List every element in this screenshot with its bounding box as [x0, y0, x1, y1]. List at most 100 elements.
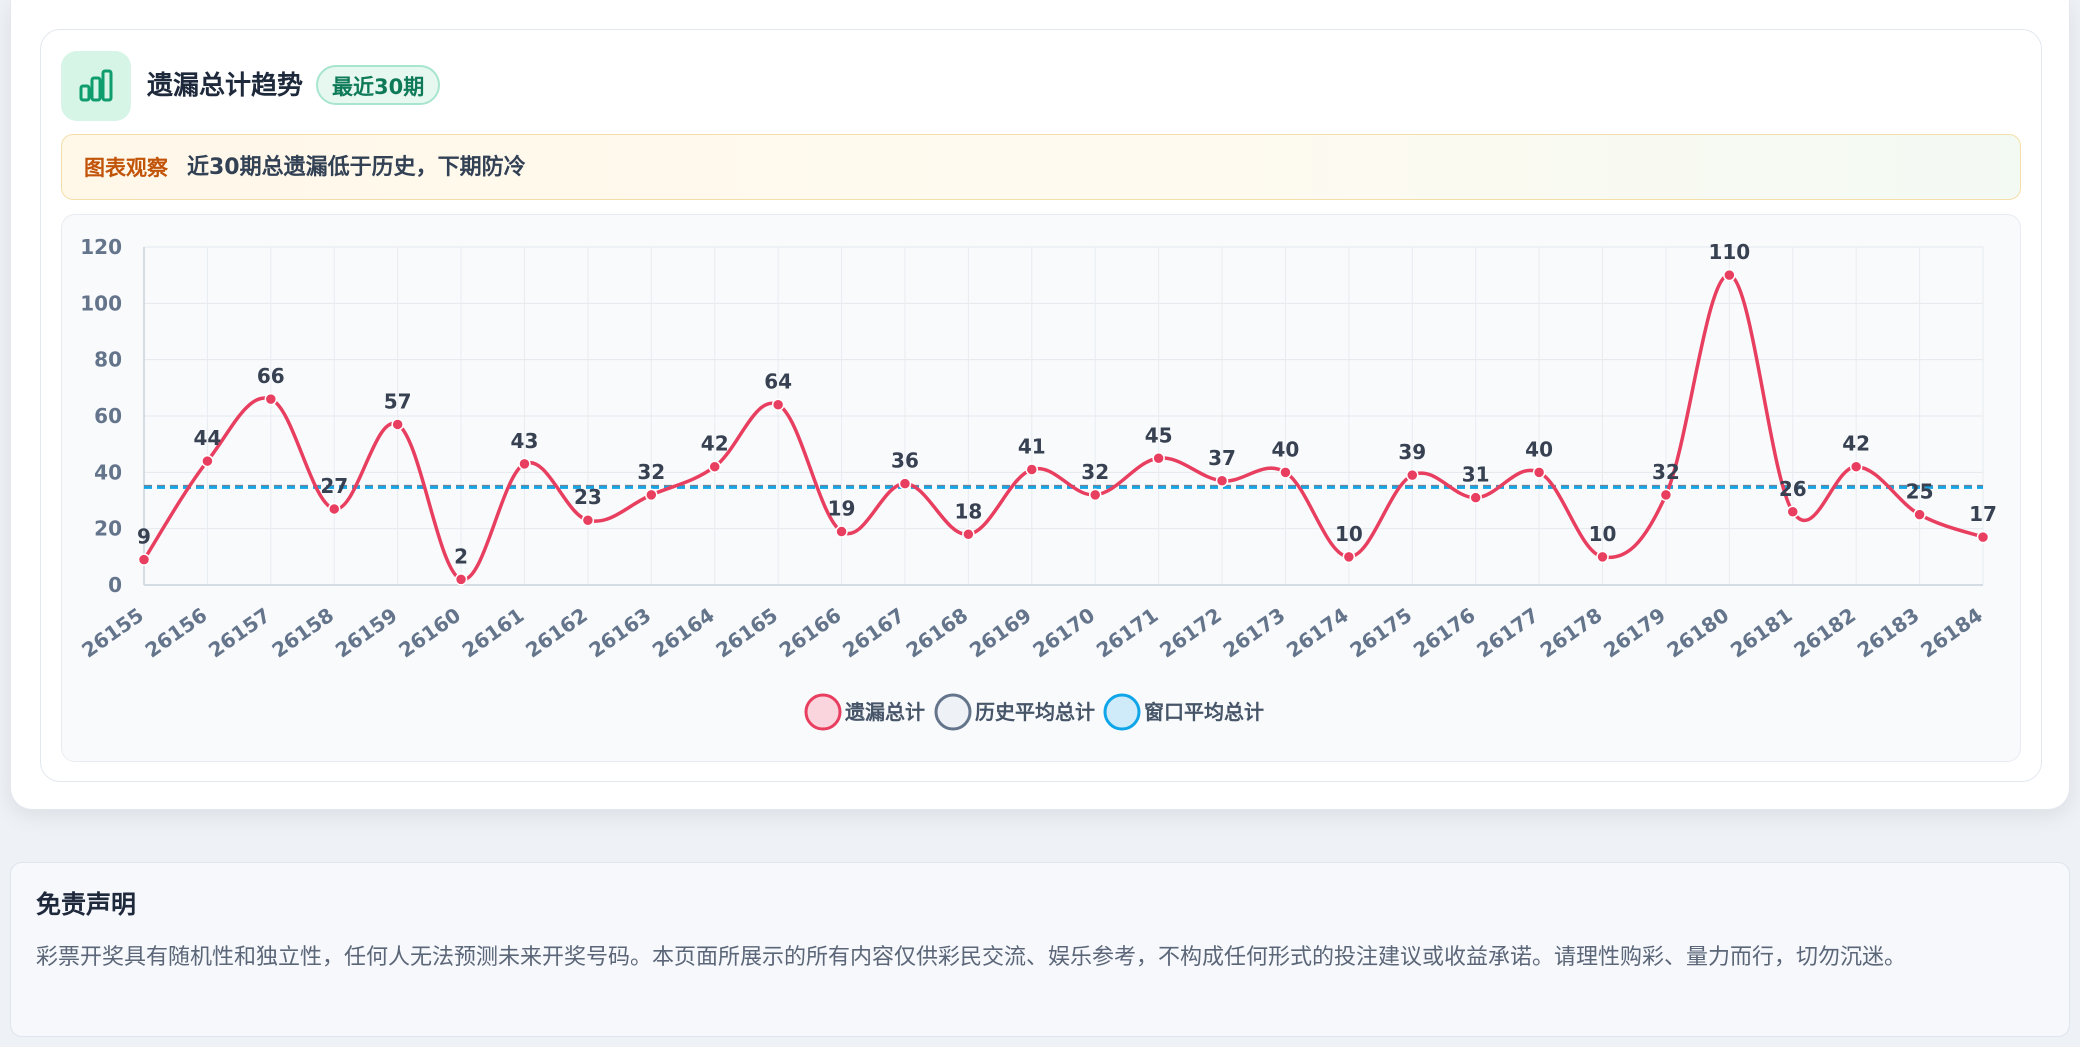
data-point	[1279, 466, 1292, 479]
data-point	[327, 502, 341, 516]
x-tick-label: 26165	[711, 603, 782, 663]
x-tick-label: 26182	[1789, 603, 1860, 663]
data-label: 36	[891, 449, 919, 473]
data-label: 32	[1652, 460, 1680, 484]
data-point	[518, 457, 531, 471]
x-tick-label: 26156	[141, 603, 212, 663]
data-point	[1088, 488, 1102, 502]
data-point	[708, 460, 721, 473]
x-tick-label: 26167	[838, 603, 909, 663]
y-tick-label: 20	[94, 517, 122, 541]
x-tick-label: 26164	[648, 603, 719, 663]
x-tick-label: 26176	[1409, 603, 1480, 663]
x-tick-label: 26158	[267, 603, 338, 663]
data-label: 39	[1398, 440, 1426, 464]
legend-marker	[804, 693, 842, 731]
card-title: 遗漏总计趋势	[147, 71, 304, 101]
x-tick-label: 26157	[204, 603, 275, 663]
data-point	[1152, 452, 1165, 465]
y-tick-label: 0	[108, 573, 122, 597]
total-missing-line	[142, 273, 1984, 582]
data-label: 64	[764, 370, 792, 394]
observation-text: 近30期总遗漏低于历史，下期防冷	[187, 155, 526, 180]
data-label: 10	[1335, 522, 1363, 546]
data-label: 32	[1081, 460, 1109, 484]
data-label: 110	[1708, 240, 1750, 264]
data-label: 9	[137, 525, 151, 549]
data-label: 57	[384, 389, 412, 413]
data-point	[137, 553, 151, 566]
data-point	[1406, 468, 1419, 482]
data-label: 18	[954, 499, 982, 523]
data-point	[771, 398, 785, 411]
legend-marker	[934, 693, 972, 731]
observation-label: 图表观察	[84, 156, 168, 180]
x-tick-label: 26161	[458, 603, 529, 663]
data-label: 10	[1589, 522, 1617, 546]
x-tick-label: 26180	[1663, 603, 1734, 663]
y-tick-label: 100	[80, 291, 122, 315]
data-label: 27	[320, 474, 348, 498]
data-label: 40	[1272, 437, 1300, 461]
bar-chart-icon	[61, 51, 131, 121]
data-point	[898, 477, 912, 490]
data-point	[1215, 474, 1229, 488]
data-point	[1976, 530, 1990, 544]
x-tick-label: 26184	[1916, 603, 1987, 663]
data-point	[835, 525, 848, 538]
x-tick-label: 26168	[902, 603, 973, 663]
data-label: 44	[193, 426, 221, 450]
x-tick-label: 26177	[1472, 603, 1543, 663]
data-label: 42	[1842, 432, 1870, 456]
x-tick-label: 26170	[1028, 603, 1099, 663]
period-badge: 最近30期	[316, 65, 441, 105]
data-point	[1786, 505, 1800, 519]
data-label: 42	[701, 432, 729, 456]
chart-legend: 遗漏总计 历史平均总计 窗口平均总计	[804, 693, 1264, 731]
series-line	[142, 273, 1984, 582]
data-point	[1849, 460, 1863, 473]
x-tick-label: 26172	[1155, 603, 1226, 663]
data-label: 19	[828, 496, 856, 520]
data-label: 41	[1018, 435, 1046, 459]
data-label: 32	[637, 460, 665, 484]
legend-label: 窗口平均总计	[1144, 700, 1264, 724]
data-point	[581, 513, 595, 527]
series-points	[137, 268, 1990, 586]
x-tick-label: 26160	[394, 603, 465, 663]
data-point	[201, 454, 214, 468]
y-tick-label: 60	[94, 404, 122, 428]
data-point	[1596, 550, 1609, 564]
x-tick-label: 26162	[521, 603, 592, 663]
chart-grid	[143, 246, 1984, 586]
observation-banner: 图表观察 近30期总遗漏低于历史，下期防冷	[61, 134, 2021, 200]
average-lines	[144, 484, 1983, 490]
data-label: 43	[511, 429, 539, 453]
legend-label: 遗漏总计	[844, 700, 925, 724]
disclaimer-section: 免责声明 彩票开奖具有随机性和独立性，任何人无法预测未来开奖号码。本页面所展示的…	[10, 862, 2070, 1037]
x-tick-label: 26169	[965, 603, 1036, 663]
data-point	[1342, 550, 1356, 564]
data-point	[962, 528, 975, 541]
x-tick-label: 26179	[1599, 603, 1670, 663]
data-point	[264, 392, 278, 406]
data-point	[1025, 463, 1039, 476]
data-point	[1913, 508, 1926, 521]
x-tick-label: 26173	[1219, 603, 1290, 663]
y-tick-label: 40	[94, 460, 122, 484]
data-label: 45	[1145, 423, 1173, 447]
x-tick-label: 26159	[331, 603, 402, 663]
data-label: 31	[1462, 463, 1490, 487]
disclaimer-text: 彩票开奖具有随机性和独立性，任何人无法预测未来开奖号码。本页面所展示的所有内容仅…	[36, 945, 1907, 970]
data-label: 2	[454, 544, 468, 568]
data-point	[1469, 491, 1482, 504]
x-tick-label: 26181	[1726, 603, 1797, 663]
data-point	[1532, 466, 1546, 479]
x-tick-label: 26155	[77, 603, 148, 663]
x-tick-label: 26166	[775, 603, 846, 663]
x-tick-label: 26183	[1853, 603, 1924, 663]
data-label: 26	[1779, 477, 1807, 501]
x-tick-label: 26175	[1345, 603, 1416, 663]
disclaimer-title: 免责声明	[36, 890, 137, 919]
data-label: 37	[1208, 446, 1236, 470]
